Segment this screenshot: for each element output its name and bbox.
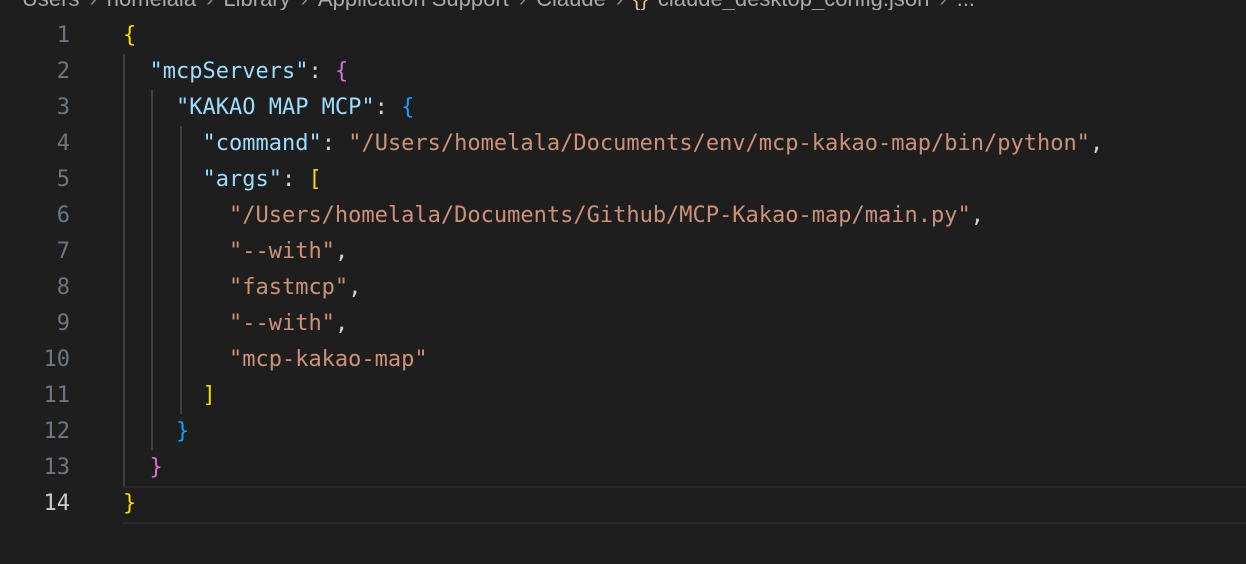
token-punc: , — [334, 311, 349, 336]
token-str: "--with" — [228, 311, 335, 336]
line-number: 11 — [43, 383, 71, 408]
code-line[interactable]: 3 "KAKAO MAP MCP": { — [0, 90, 1246, 126]
token-whitespace — [123, 95, 176, 120]
line-content[interactable]: "--with", — [123, 306, 348, 342]
line-content[interactable]: "--with", — [123, 234, 348, 270]
token-b3: { — [401, 95, 415, 120]
token-whitespace — [123, 239, 229, 264]
code-line[interactable]: 14} — [0, 486, 1246, 524]
line-number: 13 — [43, 455, 71, 480]
token-whitespace — [123, 383, 202, 408]
breadcrumb-item-users[interactable]: Users — [22, 0, 79, 10]
line-content[interactable]: { — [123, 18, 136, 54]
line-content[interactable]: ] — [123, 378, 216, 414]
breadcrumb-item-homelala[interactable]: homelala — [107, 0, 196, 10]
token-punc: , — [970, 203, 984, 228]
token-str: "--with" — [228, 239, 335, 264]
token-key: "command" — [202, 131, 322, 156]
code-line[interactable]: 11 ] — [0, 378, 1246, 414]
token-whitespace — [123, 455, 150, 480]
token-key: "args" — [202, 167, 282, 192]
token-punc: : — [308, 59, 335, 84]
line-content[interactable]: } — [123, 414, 189, 450]
chevron-right-icon: › — [301, 0, 308, 10]
line-content[interactable]: } — [123, 450, 163, 486]
breadcrumb-item-claude[interactable]: Claude — [536, 0, 606, 10]
token-str: "mcp-kakao-map" — [228, 347, 428, 372]
chevron-right-icon: › — [616, 0, 623, 10]
code-editor[interactable]: 1{2 "mcpServers": {3 "KAKAO MAP MCP": {4… — [0, 18, 1246, 524]
code-line[interactable]: 5 "args": [ — [0, 162, 1246, 198]
line-number: 3 — [56, 95, 70, 120]
token-punc: , — [348, 275, 362, 300]
code-line[interactable]: 7 "--with", — [0, 234, 1246, 270]
line-content[interactable]: "fastmcp", — [123, 270, 361, 306]
line-content[interactable]: "mcp-kakao-map" — [123, 342, 428, 378]
line-number: 2 — [56, 59, 70, 84]
breadcrumb-item-application-support[interactable]: Application Support — [318, 0, 509, 10]
token-punc: : — [321, 131, 349, 156]
token-punc: , — [1089, 131, 1104, 156]
code-line[interactable]: 13 } — [0, 450, 1246, 486]
chevron-right-icon: › — [206, 0, 213, 10]
chevron-right-icon: › — [519, 0, 526, 10]
token-b2: { — [334, 59, 349, 84]
line-content[interactable]: "args": [ — [123, 162, 322, 198]
line-number: 7 — [56, 239, 70, 264]
token-str: "/Users/homelala/Documents/Github/MCP-Ka… — [228, 203, 971, 228]
line-number: 10 — [43, 347, 71, 372]
token-whitespace — [123, 347, 229, 372]
code-line[interactable]: 9 "--with", — [0, 306, 1246, 342]
breadcrumb-item-library[interactable]: Library — [223, 0, 290, 10]
token-punc: , — [334, 239, 349, 264]
code-line[interactable]: 1{ — [0, 18, 1246, 54]
token-b1: } — [123, 491, 137, 516]
line-content[interactable]: } — [123, 486, 136, 522]
token-b2: } — [149, 455, 163, 480]
code-line[interactable]: 4 "command": "/Users/homelala/Documents/… — [0, 126, 1246, 162]
code-line[interactable]: 2 "mcpServers": { — [0, 54, 1246, 90]
token-whitespace — [123, 167, 202, 192]
line-number: 12 — [43, 419, 71, 444]
line-number: 14 — [43, 491, 71, 516]
code-line[interactable]: 12 } — [0, 414, 1246, 450]
token-key: "mcpServers" — [149, 59, 309, 84]
line-content[interactable]: "/Users/homelala/Documents/Github/MCP-Ka… — [123, 198, 984, 234]
line-number: 6 — [56, 203, 70, 228]
token-punc: : — [281, 167, 309, 192]
line-content[interactable]: "mcpServers": { — [123, 54, 349, 90]
json-file-icon: {} — [633, 0, 648, 10]
token-whitespace — [123, 59, 150, 84]
token-whitespace — [123, 311, 229, 336]
token-whitespace — [123, 275, 229, 300]
chevron-right-icon: › — [89, 0, 96, 10]
code-line[interactable]: 6 "/Users/homelala/Documents/Github/MCP-… — [0, 198, 1246, 234]
line-number: 1 — [56, 23, 70, 48]
token-b1: ] — [202, 383, 216, 408]
token-b3: } — [175, 419, 190, 444]
code-line[interactable]: 10 "mcp-kakao-map" — [0, 342, 1246, 378]
line-content[interactable]: "command": "/Users/homelala/Documents/en… — [123, 126, 1103, 162]
token-key: "KAKAO MAP MCP" — [175, 95, 375, 120]
token-b1: { — [123, 23, 137, 48]
breadcrumb-item-file[interactable]: claude_desktop_config.json — [658, 0, 930, 10]
line-number: 9 — [56, 311, 70, 336]
token-whitespace — [123, 419, 176, 444]
line-number: 8 — [56, 275, 70, 300]
token-str: "/Users/homelala/Documents/env/mcp-kakao… — [348, 131, 1090, 156]
breadcrumb-more[interactable]: ... — [957, 0, 975, 10]
line-content[interactable]: "KAKAO MAP MCP": { — [123, 90, 414, 126]
code-line[interactable]: 8 "fastmcp", — [0, 270, 1246, 306]
token-str: "fastmcp" — [228, 275, 349, 300]
breadcrumb: Users › homelala › Library › Application… — [22, 0, 1246, 10]
token-punc: : — [374, 95, 402, 120]
token-whitespace — [123, 203, 229, 228]
token-b1: [ — [308, 167, 322, 192]
line-number: 5 — [56, 167, 70, 192]
chevron-right-icon: › — [939, 0, 946, 10]
line-number: 4 — [56, 131, 70, 156]
token-whitespace — [123, 131, 202, 156]
